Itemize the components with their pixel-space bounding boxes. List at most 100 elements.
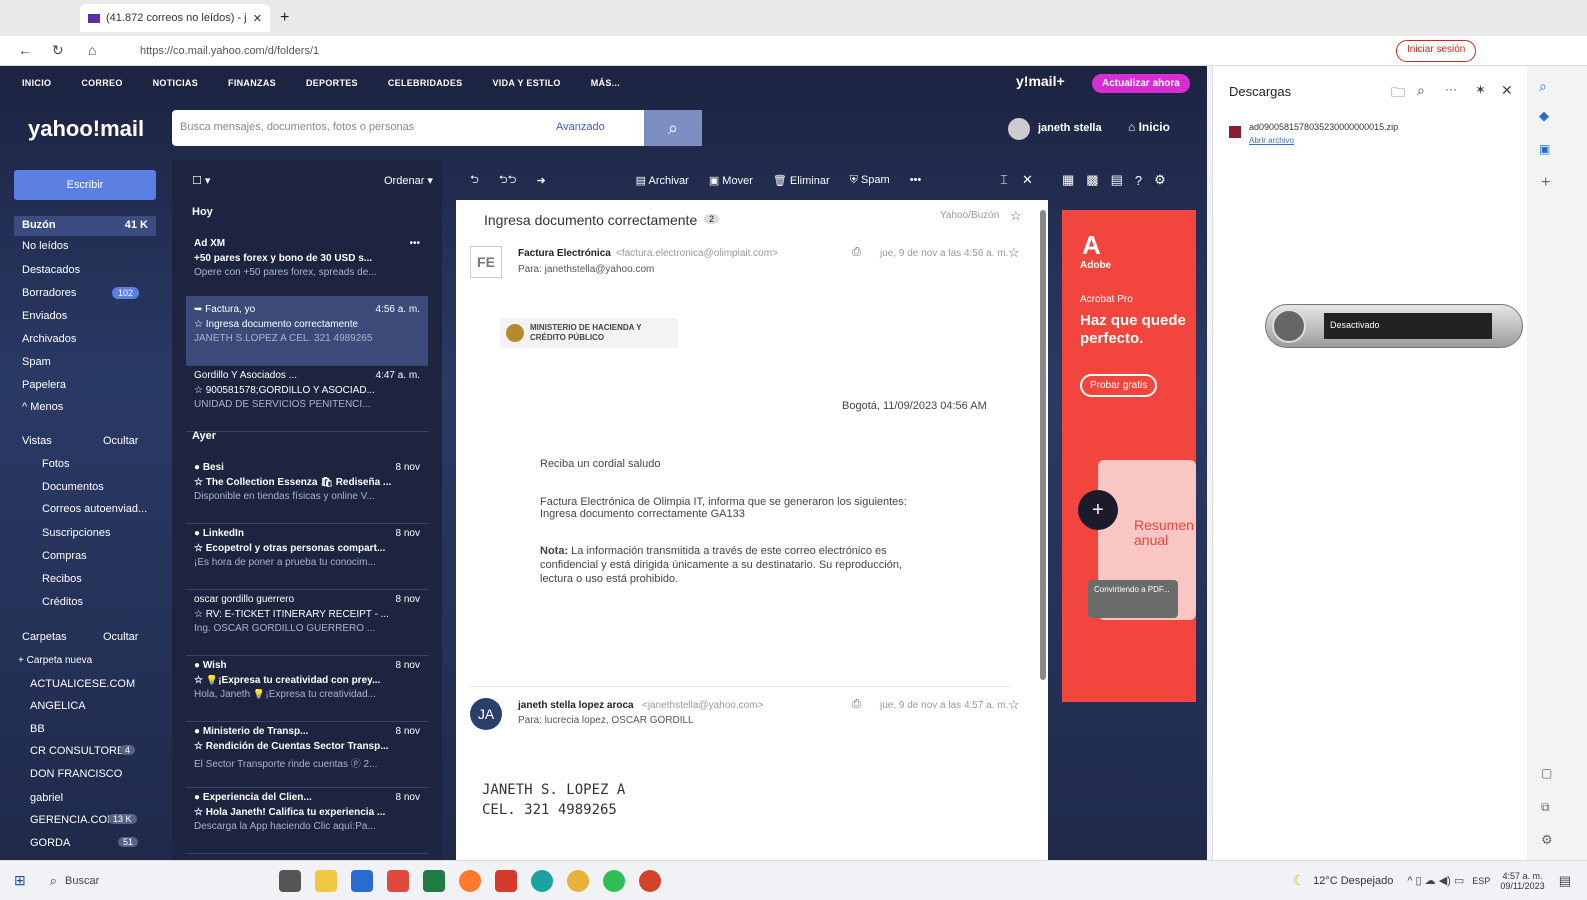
sidebar-toggle-icon[interactable]: ▢ <box>1541 766 1552 780</box>
task-view-icon[interactable] <box>279 869 302 892</box>
refresh-icon[interactable]: ↻ <box>52 42 64 59</box>
reply-icon[interactable]: ⮌ <box>470 171 479 190</box>
home-icon[interactable]: ⌂ <box>88 42 96 58</box>
list-item[interactable]: ● Wish 8 nov ☆ 💡¡Expresa tu creatividad c… <box>186 652 428 722</box>
view-photos[interactable]: Fotos <box>42 458 70 470</box>
star-icon[interactable]: ☆ <box>1010 208 1022 224</box>
delete-button[interactable]: 🗑 Eliminar <box>773 174 830 187</box>
move-button[interactable]: ▣ Mover <box>709 174 753 187</box>
sidebar-item-drafts[interactable]: Borradores <box>22 287 76 299</box>
views-hide-link[interactable]: Ocultar <box>103 435 138 447</box>
list-item[interactable]: ● LinkedIn 8 nov ☆ Ecopetrol y otras pers… <box>186 520 428 590</box>
open-file-link[interactable]: Abrir archivo <box>1249 136 1294 145</box>
external-icon[interactable]: ⧉ <box>1541 800 1550 815</box>
pin-icon[interactable]: ✶ <box>1475 82 1486 98</box>
view-receipts[interactable]: Recibos <box>42 573 82 585</box>
chrome-icon[interactable] <box>567 869 590 892</box>
more-icon[interactable]: ••• <box>910 174 922 186</box>
nav-mas[interactable]: MÁS... <box>591 78 620 88</box>
back-icon[interactable]: ← <box>18 42 32 58</box>
pdf-icon[interactable] <box>387 869 410 892</box>
nav-vida[interactable]: VIDA Y ESTILO <box>492 78 560 88</box>
search-icon[interactable]: ⌕ <box>1417 82 1425 99</box>
excel-icon[interactable] <box>423 869 446 892</box>
reading-scrollbar[interactable] <box>1040 210 1046 680</box>
close-icon[interactable]: ✕ <box>253 12 262 25</box>
gear-icon[interactable]: ⚙ <box>1541 832 1553 848</box>
clock[interactable]: 4:57 a. m. 09/11/2023 <box>1500 871 1544 891</box>
download-file-name[interactable]: ad0900581578035230000000015.zip <box>1249 122 1398 132</box>
folder-icon[interactable]: 🗀 <box>1391 82 1405 106</box>
star-icon[interactable]: ☆ <box>1008 697 1020 713</box>
view-documents[interactable]: Documentos <box>42 481 104 493</box>
list-item[interactable]: Gordillo Y Asociados ... 4:47 a. m. ☆ 900… <box>186 362 428 432</box>
print-icon[interactable]: ⎙ <box>852 698 861 711</box>
spam-button[interactable]: ⛨ Spam <box>850 174 890 187</box>
view-self-sent[interactable]: Correos autoenviad... <box>42 503 147 515</box>
advanced-search-link[interactable]: Avanzado <box>556 121 605 133</box>
login-button[interactable]: Iniciar sesión <box>1396 40 1477 62</box>
view-subscriptions[interactable]: Suscripciones <box>42 527 110 539</box>
calendar-icon[interactable]: ▩ <box>1086 172 1098 188</box>
language[interactable]: ESP <box>1472 876 1490 886</box>
copilot-icon[interactable]: ◆ <box>1539 108 1549 124</box>
contacts-icon[interactable]: ▦ <box>1062 172 1074 188</box>
ad-cta-button[interactable]: Probar gratis <box>1080 374 1158 397</box>
nav-noticias[interactable]: NOTICIAS <box>153 78 198 88</box>
sidebar-item-sent[interactable]: Enviados <box>22 310 67 322</box>
nav-finanzas[interactable]: FINANZAS <box>228 78 276 88</box>
sidebar-item-inbox[interactable]: Buzón 41 K <box>14 216 156 236</box>
sidebar-item-spam[interactable]: Spam <box>22 356 51 368</box>
list-item[interactable]: ● Besi 8 nov ☆ The Collection Essenza 🛍 R… <box>186 454 428 524</box>
folder-actualicese[interactable]: ACTUALICESE.COM <box>30 678 135 690</box>
collapse-icon[interactable]: ⌶ <box>1000 172 1008 188</box>
browser-tab[interactable]: (41.872 correos no leídos) - jane ✕ <box>80 4 270 32</box>
power-icon[interactable] <box>1272 309 1306 343</box>
upgrade-button[interactable]: Actualizar ahora <box>1092 74 1190 93</box>
url-field[interactable]: https://co.mail.yahoo.com/d/folders/1 <box>130 40 1090 62</box>
view-shopping[interactable]: Compras <box>42 550 87 562</box>
sidebar-item-archive[interactable]: Archivados <box>22 333 76 345</box>
from-name[interactable]: Factura Electrónica <box>518 248 611 259</box>
folder-bb[interactable]: BB <box>30 723 45 735</box>
windows-start-icon[interactable]: ⊞ <box>14 872 26 889</box>
nav-deportes[interactable]: DEPORTES <box>306 78 358 88</box>
print-icon[interactable]: ⎙ <box>852 246 861 259</box>
help-icon[interactable]: ? <box>1135 173 1142 188</box>
nav-inicio[interactable]: INICIO <box>22 78 51 88</box>
search-icon[interactable]: ⌕ <box>1539 78 1547 95</box>
folder-gabriel[interactable]: gabriel <box>30 792 63 804</box>
edge-icon[interactable] <box>531 869 554 892</box>
view-credits[interactable]: Créditos <box>42 596 83 608</box>
sidebar-item-trash[interactable]: Papelera <box>22 379 66 391</box>
list-item[interactable]: oscar gordillo guerrero 8 nov ☆ RV: E-TIC… <box>186 586 428 656</box>
whatsapp-icon[interactable] <box>603 869 626 892</box>
sidebar-item-starred[interactable]: Destacados <box>22 264 80 276</box>
add-icon[interactable]: + <box>1078 490 1118 530</box>
add-icon[interactable]: + <box>1541 174 1550 192</box>
folder-angelica[interactable]: ANGELICA <box>30 700 86 712</box>
list-item[interactable]: Ad XM ••• +50 pares forex y bono de 30 US… <box>186 230 428 300</box>
search-button[interactable]: ⌕ <box>644 110 702 146</box>
folder-gerencia[interactable]: GERENCIA.COM <box>30 814 116 826</box>
folder-gorda[interactable]: GORDA <box>30 837 70 849</box>
list-item[interactable]: ● Ministerio de Transp... 8 nov ☆ Rendici… <box>186 718 428 788</box>
sort-button[interactable]: Ordenar ▾ <box>384 174 433 187</box>
avatar[interactable] <box>1008 118 1030 140</box>
media-icon[interactable] <box>495 869 518 892</box>
close-icon[interactable]: ✕ <box>1501 82 1513 99</box>
folders-hide-link[interactable]: Ocultar <box>103 631 138 643</box>
media-widget[interactable]: Desactivado <box>1265 304 1523 348</box>
new-tab-icon[interactable]: + <box>280 9 289 27</box>
gear-icon[interactable]: ⚙ <box>1154 172 1166 188</box>
taskbar-search[interactable]: Buscar <box>65 875 99 887</box>
home-link[interactable]: ⌂ Inicio <box>1128 120 1170 134</box>
weather[interactable]: 12°C Despejado <box>1313 875 1393 887</box>
list-item[interactable]: ● Experiencia del Clien... 8 nov ☆ Hola J… <box>186 784 428 854</box>
tray-icons[interactable]: ^ ▯ ☁ ◀) ▭ <box>1407 874 1464 887</box>
file-explorer-icon[interactable] <box>315 869 338 892</box>
notepad-icon[interactable]: ▤ <box>1111 172 1123 188</box>
list-item-selected[interactable]: ➥ Factura, yo 4:56 a. m. ☆ Ingresa docume… <box>186 296 428 366</box>
notifications-icon[interactable]: ▤ <box>1559 873 1571 889</box>
folder-don-francisco[interactable]: DON FRANCISCO <box>30 768 122 780</box>
